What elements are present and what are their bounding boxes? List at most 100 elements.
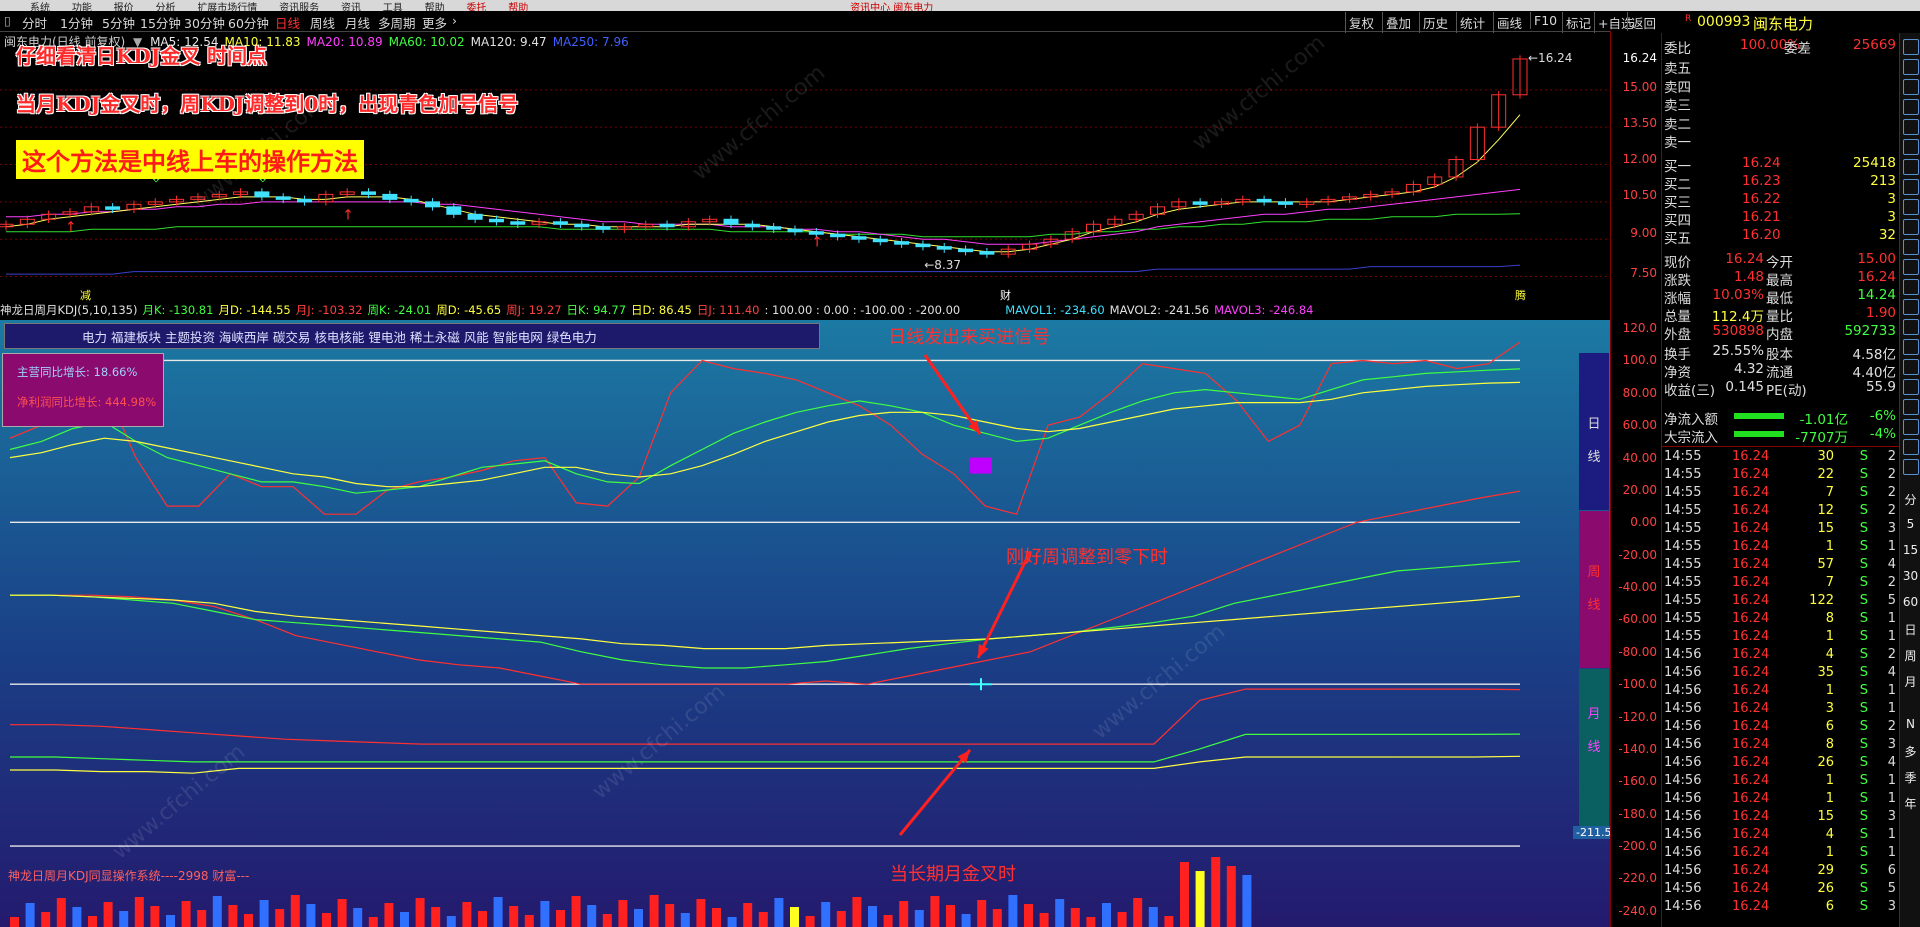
tool-icon[interactable]: [1903, 279, 1919, 295]
tool-icon[interactable]: [1903, 359, 1919, 375]
tool-icon[interactable]: [1903, 299, 1919, 315]
period-button[interactable]: 15分钟: [140, 13, 181, 32]
volume-bar: [634, 909, 643, 927]
tick-row: 14:56 16.24 29 S 6: [1662, 863, 1900, 879]
toolbar-button[interactable]: 画线: [1493, 12, 1525, 33]
tool-icon[interactable]: [1903, 219, 1919, 235]
tick-volume: 6: [1825, 719, 1834, 734]
buy-price: 16.24: [1742, 155, 1781, 171]
tool-icon[interactable]: [1903, 259, 1919, 275]
strip-label[interactable]: 日: [1902, 621, 1919, 638]
period-button[interactable]: 分时: [22, 13, 47, 32]
period-button[interactable]: 周线: [310, 13, 335, 32]
period-button[interactable]: 5分钟: [102, 13, 135, 32]
strip-label[interactable]: 5: [1902, 517, 1919, 531]
tool-icon[interactable]: [1903, 179, 1919, 195]
tab-daily[interactable]: 日 线: [1579, 353, 1609, 510]
tool-icon[interactable]: [1903, 319, 1919, 335]
volume-bar: [1070, 908, 1080, 927]
stat-value: 55.9: [1865, 379, 1896, 395]
tool-icon[interactable]: [1903, 459, 1919, 475]
tool-icon[interactable]: [1903, 399, 1919, 415]
tick-count: 4: [1887, 665, 1896, 680]
period-button[interactable]: 月线: [345, 13, 370, 32]
candle: [424, 201, 440, 208]
tick-time: 14:55: [1664, 629, 1702, 644]
toolbar-button[interactable]: 历史: [1419, 12, 1451, 33]
tab-monthly[interactable]: 月 线: [1579, 669, 1609, 826]
candle: [574, 223, 590, 228]
candle: [915, 243, 931, 248]
candle: [403, 198, 419, 203]
volume-bar: [1242, 875, 1252, 927]
tool-icon[interactable]: [1903, 379, 1919, 395]
period-button[interactable]: 30分钟: [184, 13, 225, 32]
tool-icon[interactable]: [1903, 79, 1919, 95]
tool-icon[interactable]: [1903, 119, 1919, 135]
toolbar-button[interactable]: 统计: [1456, 12, 1488, 33]
tool-icon[interactable]: [1903, 419, 1919, 435]
tick-side: S: [1859, 863, 1868, 878]
tool-icon[interactable]: [1903, 159, 1919, 175]
strip-label[interactable]: 月: [1902, 673, 1919, 690]
kdj-legend-item: 周D: -45.65: [436, 303, 502, 317]
volume-bar: [462, 902, 472, 927]
tick-count: 1: [1887, 611, 1896, 626]
strip-label[interactable]: N: [1902, 717, 1919, 731]
menu-item[interactable]: 扩展市场行情: [197, 3, 257, 11]
sell-level-label: 卖五: [1664, 61, 1691, 77]
tool-icon[interactable]: [1903, 439, 1919, 455]
candle: [595, 226, 611, 230]
toolbar-left-icon[interactable]: ▯: [4, 13, 11, 28]
strip-label[interactable]: 30: [1902, 569, 1919, 583]
toolbar-button[interactable]: 复权: [1345, 12, 1377, 33]
period-button[interactable]: 更多: [422, 13, 447, 32]
tool-icon[interactable]: [1903, 199, 1919, 215]
tick-count: 1: [1887, 791, 1896, 806]
strip-label[interactable]: 周: [1902, 647, 1919, 664]
tick-volume: 22: [1817, 467, 1834, 482]
strip-label[interactable]: 季: [1902, 769, 1919, 786]
tool-icon[interactable]: [1903, 99, 1919, 115]
strip-label[interactable]: 多: [1902, 743, 1919, 760]
chevron-right-icon[interactable]: ›: [452, 13, 457, 28]
tool-icon[interactable]: [1903, 139, 1919, 155]
period-button-active[interactable]: 日线: [275, 13, 300, 32]
menu-item[interactable]: 资讯: [341, 3, 361, 11]
tick-volume: 1: [1825, 629, 1834, 644]
webi-label: 委比: [1664, 41, 1691, 57]
strip-label[interactable]: 年: [1902, 795, 1919, 812]
period-button[interactable]: 多周期: [378, 13, 416, 32]
tick-price: 16.24: [1732, 485, 1770, 500]
menu-item[interactable]: 帮助: [425, 3, 445, 11]
toolbar-button[interactable]: F10: [1530, 12, 1560, 29]
tick-side: S: [1859, 701, 1868, 716]
strip-label[interactable]: 分: [1902, 491, 1919, 508]
tool-icon[interactable]: [1903, 59, 1919, 75]
period-button[interactable]: 1分钟: [60, 13, 93, 32]
menu-item[interactable]: 资讯服务: [279, 3, 319, 11]
menu-item[interactable]: 委托: [466, 3, 486, 11]
menu-item[interactable]: 报价: [114, 3, 134, 11]
axis-label: 0.00: [1630, 515, 1657, 530]
stat-label: 收益(三): [1664, 383, 1716, 399]
tick-price: 16.24: [1732, 809, 1770, 824]
tick-row: 14:55 16.24 7 S 2: [1662, 485, 1900, 501]
menu-item[interactable]: 功能: [72, 3, 92, 11]
toolbar-button[interactable]: 返回: [1627, 12, 1659, 33]
period-button[interactable]: 60分钟: [228, 13, 269, 32]
ma-value: MA120: 9.47: [470, 35, 547, 49]
menu-item[interactable]: 分析: [155, 3, 175, 11]
strip-label[interactable]: 60: [1902, 595, 1919, 609]
menu-item[interactable]: 工具: [383, 3, 403, 11]
toolbar-button[interactable]: 叠加: [1382, 12, 1414, 33]
strip-label[interactable]: 15: [1902, 543, 1919, 557]
tick-side: S: [1859, 593, 1868, 608]
menu-item[interactable]: 系统: [30, 3, 50, 11]
tool-icon[interactable]: [1903, 339, 1919, 355]
tool-icon[interactable]: [1903, 239, 1919, 255]
toolbar-button[interactable]: 标记: [1562, 12, 1594, 33]
tab-weekly[interactable]: 周 线: [1579, 511, 1609, 668]
menu-item[interactable]: 帮助: [508, 3, 528, 11]
tool-icon[interactable]: [1903, 39, 1919, 55]
